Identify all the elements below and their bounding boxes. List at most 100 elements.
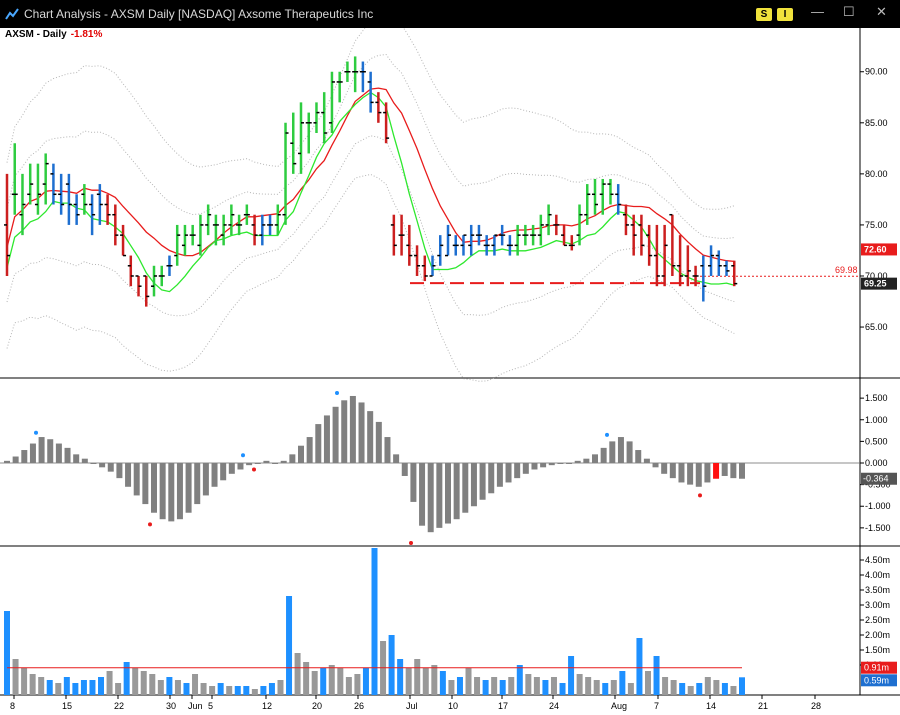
volume-bar <box>388 635 395 695</box>
volume-bar <box>251 689 258 695</box>
osc-bar <box>99 463 106 468</box>
x-tick-label: 15 <box>62 701 72 711</box>
volume-bar <box>439 671 446 695</box>
volume-bar <box>508 677 515 695</box>
osc-bar <box>237 463 244 470</box>
volume-bar <box>98 677 105 695</box>
volume-bar <box>345 677 352 695</box>
price-bar <box>19 173 26 236</box>
symbol-label: AXSM - Daily <box>5 29 67 40</box>
chart-analysis-window: Chart Analysis - AXSM Daily [NASDAQ] Axs… <box>0 0 900 715</box>
volume-bar <box>679 683 686 695</box>
osc-bar <box>462 463 469 513</box>
volume-bar <box>610 680 617 695</box>
price-bar <box>483 235 490 256</box>
volume-tick-label: 4.50m <box>865 555 890 565</box>
osc-bar <box>514 463 521 479</box>
minimize-button[interactable]: — <box>811 4 824 19</box>
osc-signal-dot <box>241 453 245 458</box>
osc-bar <box>695 463 702 487</box>
osc-bar <box>393 454 400 463</box>
volume-bar <box>499 680 506 695</box>
osc-bar <box>142 463 149 505</box>
volume-bar <box>414 659 421 695</box>
i-button[interactable]: I <box>777 8 793 21</box>
volume-bar <box>166 677 173 695</box>
envelope-band-3 <box>6 28 735 210</box>
volume-tick-label: 3.00m <box>865 600 890 610</box>
price-bar <box>383 102 390 144</box>
osc-bar <box>21 450 28 463</box>
osc-bar <box>280 460 287 463</box>
osc-bar <box>436 463 443 528</box>
price-bar <box>545 204 552 236</box>
volume-bar <box>576 674 583 695</box>
volume-bar <box>662 677 669 695</box>
close-button[interactable]: ✕ <box>876 4 887 20</box>
price-bar <box>499 224 506 246</box>
maximize-button[interactable]: ☐ <box>843 4 855 20</box>
chart-canvas[interactable]: 65.0070.0075.0080.0085.0090.0072.6069.25… <box>0 28 900 715</box>
volume-bar <box>431 665 438 695</box>
volume-tick-label: 3.50m <box>865 585 890 595</box>
price-bar <box>708 245 715 276</box>
volume-bar <box>465 668 472 695</box>
volume-bar <box>568 656 575 695</box>
price-tick-label: 75.00 <box>865 220 888 230</box>
volume-bar <box>12 659 19 695</box>
s-button[interactable]: S <box>756 8 772 21</box>
price-bar <box>421 255 428 282</box>
price-bar <box>58 173 65 215</box>
price-bar <box>390 214 397 256</box>
osc-bar <box>315 424 322 463</box>
price-bar <box>42 153 49 205</box>
osc-bar <box>419 463 426 526</box>
osc-bar <box>12 456 19 463</box>
title-bar[interactable]: Chart Analysis - AXSM Daily [NASDAQ] Axs… <box>0 0 900 28</box>
price-bar <box>313 102 320 134</box>
osc-bar <box>107 463 114 472</box>
x-tick-label: 22 <box>114 701 124 711</box>
price-bar <box>715 250 722 276</box>
volume-bar <box>636 638 643 695</box>
volume-bar <box>328 665 335 695</box>
price-bar <box>437 235 444 266</box>
price-tick-label: 65.00 <box>865 322 888 332</box>
volume-bar <box>542 680 549 695</box>
volume-bar <box>200 683 207 695</box>
x-tick-label: 28 <box>811 701 821 711</box>
price-bar <box>468 224 475 256</box>
volume-bar <box>337 668 344 695</box>
volume-bar <box>525 674 532 695</box>
price-bar <box>328 71 335 134</box>
volume-bar <box>585 677 592 695</box>
osc-bar <box>713 463 720 479</box>
osc-bar <box>272 463 279 464</box>
volume-bar <box>713 680 720 695</box>
price-tick-label: 80.00 <box>865 169 888 179</box>
volume-tick-label: 2.00m <box>865 630 890 640</box>
volume-bar <box>362 668 369 695</box>
price-bar <box>298 102 304 174</box>
price-bar <box>537 214 544 246</box>
osc-bar <box>323 415 330 463</box>
volume-bar <box>730 686 737 695</box>
osc-bar <box>531 463 538 470</box>
osc-bar <box>29 443 36 463</box>
volume-bar <box>286 596 293 695</box>
price-bar <box>158 265 165 287</box>
price-bar <box>282 122 289 225</box>
price-bar <box>530 224 537 246</box>
osc-bar <box>609 441 616 463</box>
price-tick-label: 85.00 <box>865 118 888 128</box>
price-bar <box>700 255 707 302</box>
volume-bar <box>320 668 327 695</box>
volume-bar <box>397 659 404 695</box>
price-bar <box>243 204 250 225</box>
volume-bar <box>80 680 87 695</box>
volume-bar <box>29 674 36 695</box>
osc-bar <box>159 463 166 520</box>
osc-bar <box>445 463 451 524</box>
volume-bar <box>491 677 498 695</box>
x-tick-label: 14 <box>706 701 716 711</box>
